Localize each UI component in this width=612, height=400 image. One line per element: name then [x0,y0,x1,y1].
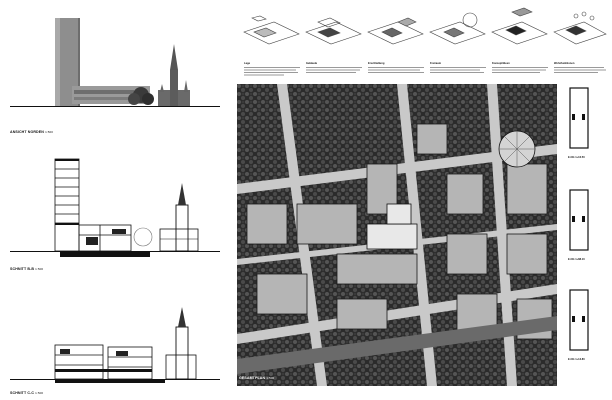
floor-plan-level-3: E.OG 1+13.80 [568,358,585,361]
site-plan-drawing [237,84,557,386]
phase-title-6: Wohnfunktionen [554,62,575,65]
section-b-drawing [10,158,220,257]
north-elevation-label: ANSICHT NORDEN [10,130,44,134]
section-b-label: SCHNITT B-B [10,267,35,271]
section-c-label: SCHNITT C-C [10,391,35,395]
floor-plan-drawings [569,87,589,351]
phase-diagram-drawings [243,7,607,45]
section-b: SCHNITT B-B 1:500 [0,145,230,275]
site-plan-label: GESAMTPLAN [239,376,266,380]
section-c-drawing [10,307,220,383]
floor-plan-level-1: E.OG 1+16.50 [568,156,585,159]
phase-text-lines [244,67,606,76]
phase-diagrams: Lage Gebäude Erschließung Freiraum Konze… [236,0,612,80]
phase-title-1: Lage [244,62,251,65]
section-c-scale: 1:500 [35,391,44,395]
floor-plan-level-2: E.OG 1+88.10 [568,258,585,261]
site-plan-scale: 1:500 [266,376,275,380]
phase-title-2: Gebäude [306,62,318,65]
section-c: SCHNITT C-C 1:500 [0,285,230,400]
phase-title-5: Konzept/Ideen [492,62,510,65]
north-elevation-drawing [10,18,220,107]
floor-plans: E.OG 1+16.50 E.OG 1+88.10 E.OG 1+13.80 [562,84,612,400]
north-elevation-scale: 1:500 [45,130,54,134]
phase-title-4: Freiraum [430,62,442,65]
north-elevation: ANSICHT NORDEN 1:500 [0,0,230,140]
phase-title-3: Erschließung [368,62,385,65]
site-plan: GESAMTPLAN 1:500 [237,84,557,386]
section-b-scale: 1:500 [35,267,44,271]
